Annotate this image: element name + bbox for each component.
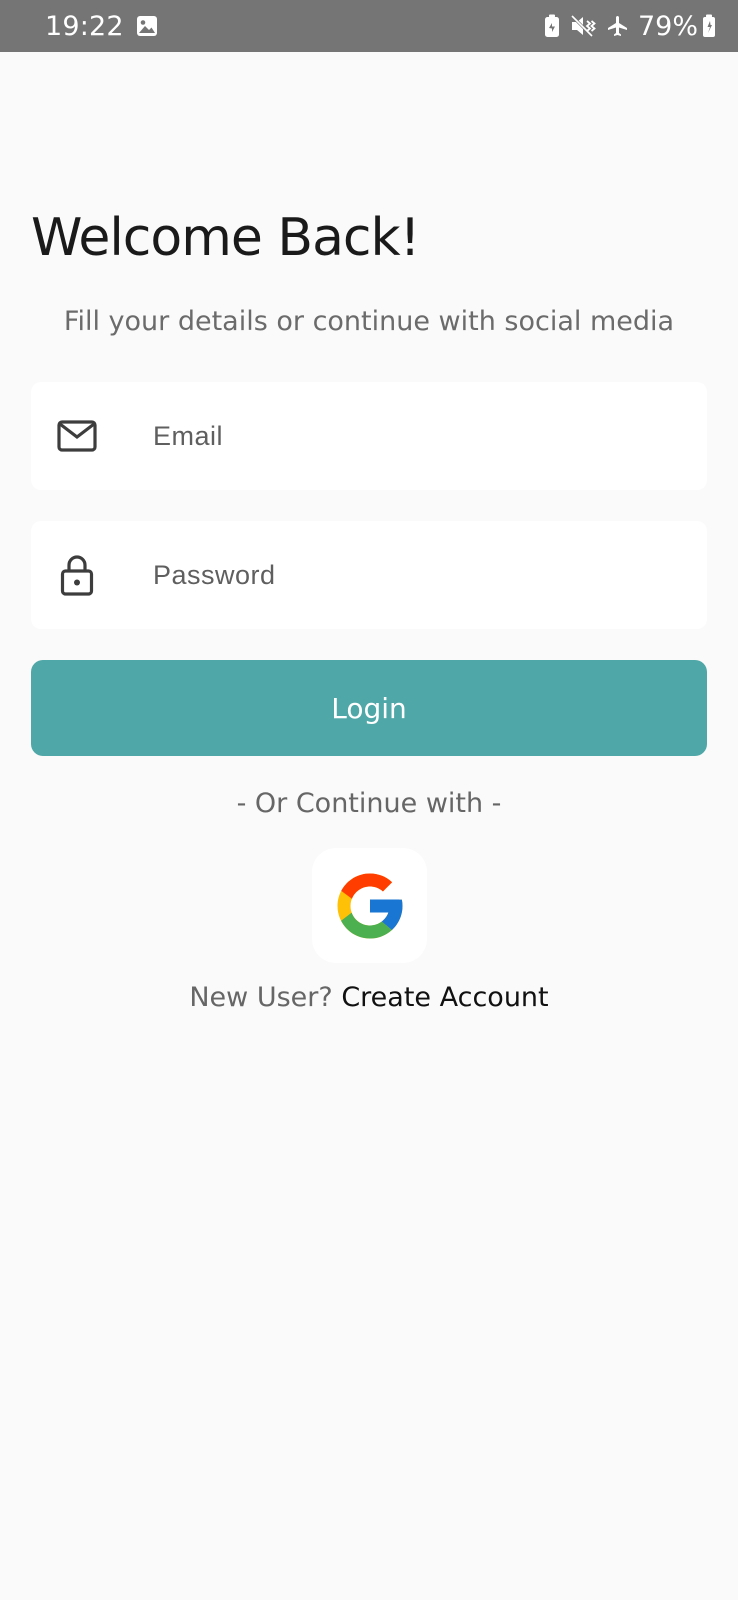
google-sign-in-button[interactable] <box>312 848 427 963</box>
password-field-container[interactable] <box>31 521 707 629</box>
email-field[interactable] <box>151 419 675 453</box>
signup-row: New User? Create Account <box>0 982 738 1013</box>
lock-icon <box>55 553 99 597</box>
login-button[interactable]: Login <box>31 660 707 756</box>
page-subtitle: Fill your details or continue with socia… <box>63 306 675 337</box>
mail-icon <box>55 414 99 458</box>
status-bar: 19:22 79% <box>0 0 738 52</box>
status-left: 19:22 <box>45 11 158 42</box>
continue-with-divider: - Or Continue with - <box>236 788 502 819</box>
status-right: 79% <box>534 11 716 42</box>
battery-saver-icon <box>544 14 560 38</box>
google-logo-icon <box>331 867 409 945</box>
signup-prompt: New User? <box>189 982 333 1013</box>
create-account-link[interactable]: Create Account <box>341 982 548 1013</box>
password-field[interactable] <box>151 558 675 592</box>
page-title: Welcome Back! <box>31 208 420 268</box>
email-field-container[interactable] <box>31 382 707 490</box>
airplane-icon <box>606 14 630 38</box>
gallery-icon <box>136 15 158 37</box>
status-time: 19:22 <box>45 10 124 42</box>
battery-charging-icon <box>702 14 716 38</box>
vibrate-off-icon <box>570 14 596 38</box>
battery-percentage: 79% <box>637 10 698 42</box>
